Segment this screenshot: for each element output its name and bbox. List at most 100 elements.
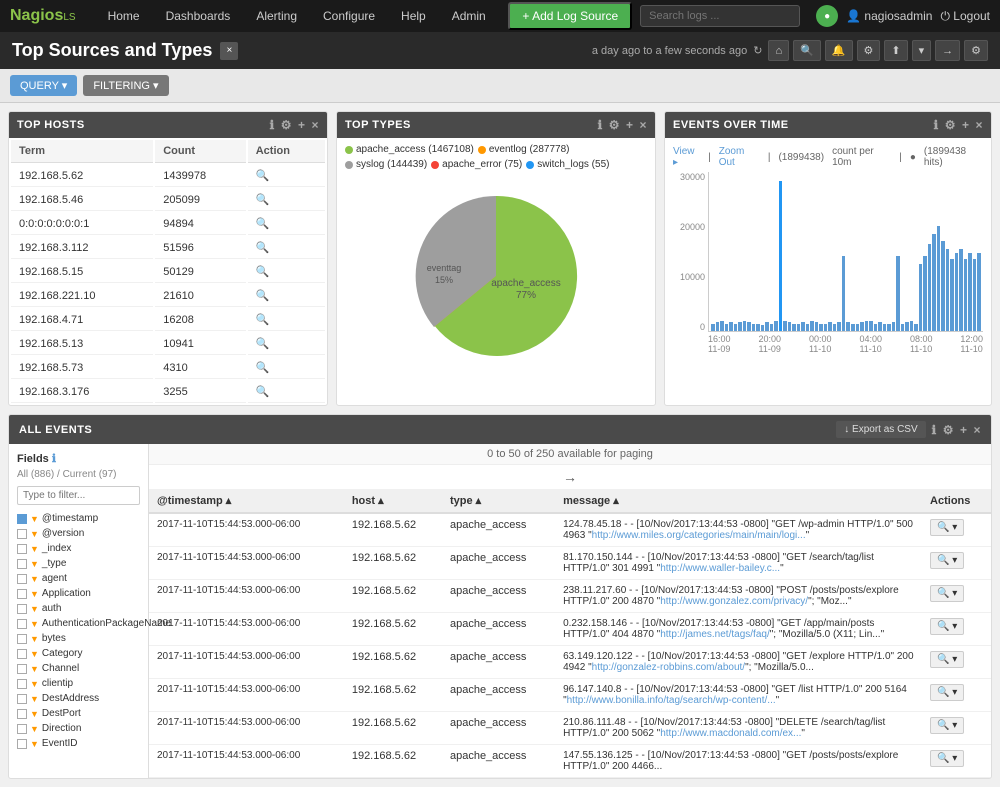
- bar[interactable]: [743, 321, 747, 332]
- actions-button[interactable]: 🔍 ▾: [930, 585, 964, 602]
- col-header-2[interactable]: type ▴: [442, 489, 555, 513]
- bar[interactable]: [819, 324, 823, 332]
- bar[interactable]: [892, 322, 896, 331]
- search-input[interactable]: [640, 5, 800, 27]
- bar[interactable]: [797, 324, 801, 332]
- field-checkbox[interactable]: [17, 709, 27, 719]
- gear-icon[interactable]: ⚙: [945, 118, 956, 132]
- event-link[interactable]: http://www.gonzalez.com/privacy/: [660, 596, 808, 607]
- bar[interactable]: [896, 256, 900, 331]
- search-icon[interactable]: 🔍: [256, 338, 270, 350]
- event-link[interactable]: http://james.net/tags/faq/: [660, 629, 770, 640]
- field-checkbox[interactable]: [17, 619, 27, 629]
- bar[interactable]: [901, 324, 905, 332]
- bar[interactable]: [810, 321, 814, 332]
- info-icon[interactable]: ℹ: [270, 118, 275, 132]
- nav-user[interactable]: 👤 nagiosadmin: [846, 9, 932, 23]
- event-link[interactable]: http://www.waller-bailey.c...: [660, 563, 780, 574]
- bar[interactable]: [729, 322, 733, 331]
- bar[interactable]: [941, 241, 945, 331]
- field-checkbox[interactable]: [17, 739, 27, 749]
- bar[interactable]: [738, 322, 742, 331]
- bell-icon-btn[interactable]: 🔔: [825, 40, 853, 61]
- view-link[interactable]: View ▸: [673, 146, 700, 168]
- field-checkbox[interactable]: [17, 589, 27, 599]
- bar[interactable]: [752, 324, 756, 332]
- gear-icon[interactable]: ⚙: [281, 118, 292, 132]
- bar[interactable]: [765, 322, 769, 331]
- field-item[interactable]: ▼ DestPort: [17, 706, 140, 721]
- add-icon[interactable]: +: [298, 118, 306, 132]
- nav-dashboards[interactable]: Dashboards: [154, 3, 243, 29]
- field-item[interactable]: ▼ agent: [17, 571, 140, 586]
- nav-configure[interactable]: Configure: [311, 3, 387, 29]
- bar[interactable]: [973, 259, 977, 331]
- bar[interactable]: [761, 325, 765, 331]
- search-icon[interactable]: 🔍: [256, 194, 270, 206]
- bar[interactable]: [833, 324, 837, 332]
- field-item[interactable]: ▼ EventID: [17, 736, 140, 751]
- nav-admin[interactable]: Admin: [440, 3, 498, 29]
- add-icon[interactable]: +: [960, 423, 968, 437]
- bar[interactable]: [842, 256, 846, 331]
- search-icon[interactable]: 🔍: [256, 218, 270, 230]
- export-csv-button[interactable]: ↓ Export as CSV: [836, 421, 925, 438]
- field-checkbox[interactable]: [17, 694, 27, 704]
- remove-icon[interactable]: ×: [639, 118, 647, 132]
- event-link[interactable]: http://www.bonilla.info/tag/search/wp-co…: [567, 695, 776, 706]
- gear-icon-btn[interactable]: ⚙: [964, 40, 988, 61]
- field-checkbox[interactable]: [17, 559, 27, 569]
- bar[interactable]: [874, 324, 878, 332]
- bar[interactable]: [837, 322, 841, 331]
- forward-icon-btn[interactable]: →: [935, 40, 960, 61]
- search-icon[interactable]: 🔍: [256, 314, 270, 326]
- bar[interactable]: [964, 259, 968, 331]
- filtering-button[interactable]: FILTERING ▾: [83, 75, 168, 96]
- bar[interactable]: [959, 249, 963, 332]
- field-checkbox[interactable]: [17, 649, 27, 659]
- gear-icon[interactable]: ⚙: [609, 118, 620, 132]
- refresh-icon[interactable]: ↻: [753, 44, 762, 57]
- col-header-3[interactable]: message ▴: [555, 489, 922, 513]
- bar[interactable]: [846, 322, 850, 331]
- bar[interactable]: [756, 324, 760, 332]
- remove-icon[interactable]: ×: [973, 423, 981, 437]
- bar[interactable]: [792, 324, 796, 332]
- bar[interactable]: [968, 253, 972, 331]
- event-link[interactable]: http://www.macdonald.com/ex...: [660, 728, 801, 739]
- export-icon-btn[interactable]: ⬆: [884, 40, 907, 61]
- import-icon-btn[interactable]: ▾: [912, 40, 932, 61]
- bar[interactable]: [824, 324, 828, 332]
- nav-alerting[interactable]: Alerting: [244, 3, 309, 29]
- bar[interactable]: [919, 264, 923, 332]
- remove-icon[interactable]: ×: [311, 118, 319, 132]
- bar[interactable]: [883, 324, 887, 332]
- close-button[interactable]: ×: [220, 42, 238, 60]
- field-checkbox[interactable]: [17, 679, 27, 689]
- bar[interactable]: [937, 226, 941, 331]
- field-item[interactable]: ▼ AuthenticationPackageName: [17, 616, 140, 631]
- search-icon[interactable]: 🔍: [256, 362, 270, 374]
- info-icon[interactable]: ℹ: [932, 423, 937, 437]
- field-item[interactable]: ▼ @timestamp: [17, 511, 140, 526]
- event-link[interactable]: http://www.miles.org/categories/main/mai…: [592, 530, 806, 541]
- bar[interactable]: [932, 234, 936, 332]
- bar[interactable]: [711, 324, 715, 332]
- search-icon[interactable]: 🔍: [256, 242, 270, 254]
- bar[interactable]: [815, 322, 819, 331]
- bar[interactable]: [887, 324, 891, 332]
- field-item[interactable]: ▼ @version: [17, 526, 140, 541]
- field-item[interactable]: ▼ _type: [17, 556, 140, 571]
- bar[interactable]: [865, 321, 869, 332]
- bar[interactable]: [869, 321, 873, 332]
- field-item[interactable]: ▼ bytes: [17, 631, 140, 646]
- bar[interactable]: [856, 324, 860, 332]
- actions-button[interactable]: 🔍 ▾: [930, 750, 964, 767]
- bar[interactable]: [774, 321, 778, 332]
- bar[interactable]: [716, 322, 720, 331]
- bar[interactable]: [910, 321, 914, 332]
- field-item[interactable]: ▼ Category: [17, 646, 140, 661]
- actions-button[interactable]: 🔍 ▾: [930, 717, 964, 734]
- field-item[interactable]: ▼ clientip: [17, 676, 140, 691]
- info-icon[interactable]: ℹ: [934, 118, 939, 132]
